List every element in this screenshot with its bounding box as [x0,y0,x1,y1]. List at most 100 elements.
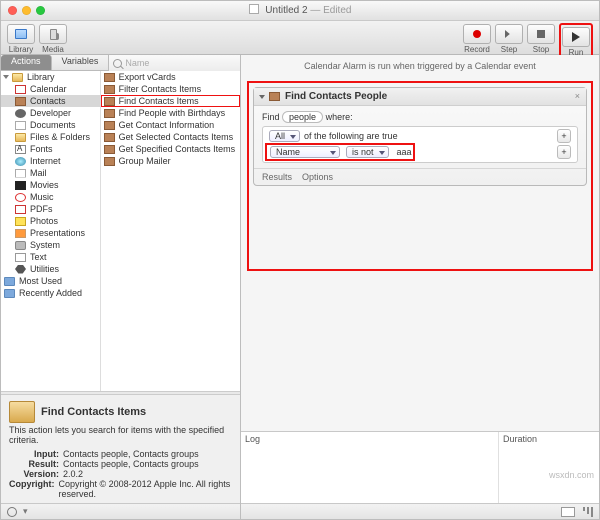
library-tag-label: Most Used [19,276,62,286]
workflow-action[interactable]: Find Contacts People × Find people where… [253,87,587,186]
action-item-label: Get Selected Contacts Items [119,132,234,142]
library-item-contacts[interactable]: Contacts [1,95,100,107]
library-item-label: PDFs [30,204,53,214]
workflow-canvas[interactable]: Find Contacts People × Find people where… [241,77,599,431]
action-close-button[interactable]: × [575,91,580,101]
action-title: Find Contacts People [285,91,387,102]
action-item[interactable]: Get Selected Contacts Items [101,131,240,143]
actions-column: Export vCards Filter Contacts ItemsFind C… [101,71,240,391]
add-subcondition-button[interactable]: + [557,145,571,159]
left-footer: ▾ [1,503,240,519]
library-item-label: Text [30,252,47,262]
step-icon [505,30,513,38]
run-button[interactable] [562,27,590,47]
library-item-system[interactable]: System [1,239,100,251]
find-target-token[interactable]: people [282,111,323,123]
log-level-icon[interactable] [583,507,593,517]
library-item-fonts[interactable]: Fonts [1,143,100,155]
disclosure-triangle-icon[interactable] [3,75,9,79]
folder-icon [12,73,23,82]
condition-value-input[interactable]: aaa [397,147,412,157]
library-tabs: Actions Variables Name [1,55,240,71]
action-item[interactable]: Filter Contacts Items [101,83,240,95]
tab-variables[interactable]: Variables [52,55,110,70]
category-icon [15,265,26,274]
search-input[interactable]: Name [125,58,236,68]
tab-actions[interactable]: Actions [1,55,52,70]
footer-menu-caret[interactable]: ▾ [23,506,28,517]
category-icon [15,97,26,106]
smart-folder-icon [4,289,15,298]
action-item[interactable]: Get Contact Information [101,119,240,131]
library-root[interactable]: Library [1,71,100,83]
action-item[interactable]: Find People with Birthdays [101,107,240,119]
close-window-button[interactable] [8,6,17,15]
action-item-label: Group Mailer [119,156,171,166]
library-item-label: Mail [30,168,47,178]
library-item-pdfs[interactable]: PDFs [1,203,100,215]
library-item-internet[interactable]: Internet [1,155,100,167]
detail-title: Find Contacts Items [41,406,146,418]
library-tag-label: Recently Added [19,288,82,298]
action-results-tab[interactable]: Results [262,172,292,182]
search-icon [113,59,122,68]
action-item[interactable]: Get Specified Contacts Items [101,143,240,155]
library-item-documents[interactable]: Documents [1,119,100,131]
operator-select[interactable]: is not [346,146,389,158]
step-button[interactable] [495,24,523,44]
library-item-files-folders[interactable]: Files & Folders [1,131,100,143]
library-item-movies[interactable]: Movies [1,179,100,191]
library-item-presentations[interactable]: Presentations [1,227,100,239]
library-item-photos[interactable]: Photos [1,215,100,227]
window-title: Untitled 2 [265,5,307,16]
library-item-label: Documents [30,120,76,130]
category-icon [15,229,26,238]
library-tag-most-used[interactable]: Most Used [1,275,100,287]
library-item-music[interactable]: Music [1,191,100,203]
library-item-utilities[interactable]: Utilities [1,263,100,275]
workflow-view-toggle[interactable] [561,507,575,517]
library-item-label: System [30,240,60,250]
record-button[interactable] [463,24,491,44]
contacts-icon [104,121,115,130]
stop-icon [537,30,545,38]
window-titlebar: Untitled 2 — Edited [1,1,599,21]
action-disclosure-icon[interactable] [259,95,265,99]
contacts-icon [104,97,115,106]
library-item-calendar[interactable]: Calendar [1,83,100,95]
detail-input-key: Input: [9,449,59,459]
action-item-label: Filter Contacts Items [119,84,202,94]
library-item-label: Presentations [30,228,85,238]
add-condition-button[interactable]: + [557,129,571,143]
category-icon [15,169,26,178]
action-header[interactable]: Find Contacts People × [254,88,586,106]
action-detail-pane: Find Contacts Items This action lets you… [1,395,240,503]
library-item-mail[interactable]: Mail [1,167,100,179]
minimize-window-button[interactable] [22,6,31,15]
library-item-text[interactable]: Text [1,251,100,263]
library-toolbar-button[interactable] [7,24,35,44]
category-icon [15,193,26,202]
action-options-tab[interactable]: Options [302,172,333,182]
action-item[interactable]: Group Mailer [101,155,240,167]
action-item[interactable]: Find Contacts Items [101,95,240,107]
right-footer [241,503,599,519]
library-tag-recently-added[interactable]: Recently Added [1,287,100,299]
action-item-label: Export vCards [119,72,176,82]
library-item-label: Movies [30,180,59,190]
library-item-developer[interactable]: Developer [1,107,100,119]
library-item-label: Files & Folders [30,132,90,142]
scope-select[interactable]: All [269,130,300,142]
action-item[interactable]: Export vCards [101,71,240,83]
scope-text: of the following are true [304,131,398,141]
toolbar: Library Media Record Step Stop Run [1,21,599,55]
library-item-label: Internet [30,156,61,166]
stop-button[interactable] [527,24,555,44]
canvas-highlight: Find Contacts People × Find people where… [247,81,593,271]
media-toolbar-button[interactable] [39,24,67,44]
library-root-label: Library [27,72,55,82]
zoom-window-button[interactable] [36,6,45,15]
field-select[interactable]: Name [270,146,340,158]
workflow-trigger-hint: Calendar Alarm is run when triggered by … [241,55,599,77]
gear-icon[interactable] [7,507,17,517]
